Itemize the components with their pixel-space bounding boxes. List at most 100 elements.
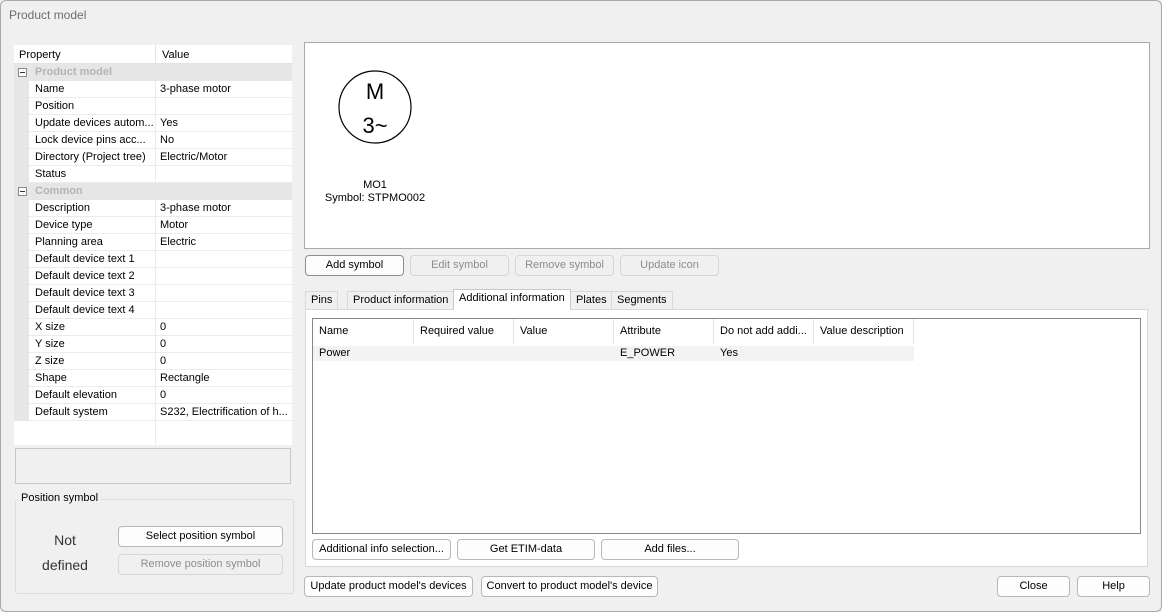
grid-category-row[interactable]: Common bbox=[14, 183, 292, 200]
device-label: MO1 bbox=[363, 179, 387, 191]
row-gutter bbox=[14, 336, 29, 353]
property-value[interactable]: 3-phase motor bbox=[160, 202, 290, 214]
row-gutter bbox=[14, 302, 29, 319]
grid-property-row[interactable]: Device type Motor bbox=[14, 217, 292, 234]
row-gutter bbox=[14, 149, 29, 166]
row-gutter bbox=[14, 217, 29, 234]
grid-property-row[interactable]: Status bbox=[14, 166, 292, 183]
property-value[interactable]: 0 bbox=[160, 321, 290, 333]
grid-property-row[interactable]: Planning area Electric bbox=[14, 234, 292, 251]
list-column-name[interactable]: Name bbox=[313, 319, 414, 344]
add-files-button[interactable]: Add files... bbox=[601, 539, 739, 560]
row-gutter bbox=[14, 387, 29, 404]
additional-info-selection-button[interactable]: Additional info selection... bbox=[312, 539, 451, 560]
grid-header: Property Value bbox=[14, 45, 292, 64]
cell-divider bbox=[155, 132, 156, 149]
collapse-icon[interactable] bbox=[18, 187, 27, 196]
property-name: Default device text 2 bbox=[35, 270, 135, 282]
grid-property-row[interactable]: Y size 0 bbox=[14, 336, 292, 353]
row-gutter bbox=[14, 81, 29, 98]
get-etim-data-button[interactable]: Get ETIM-data bbox=[457, 539, 595, 560]
position-symbol-status: Not defined bbox=[40, 528, 90, 578]
additional-info-list[interactable]: Name Required value Value Attribute Do n… bbox=[312, 318, 1141, 534]
property-value[interactable]: S232, Electrification of h... bbox=[160, 406, 290, 418]
update-icon-button[interactable]: Update icon bbox=[620, 255, 719, 276]
property-name: Position bbox=[35, 100, 75, 112]
property-value[interactable]: Motor bbox=[160, 219, 290, 231]
property-name: Y size bbox=[35, 338, 65, 350]
grid-divider bbox=[155, 419, 156, 444]
grid-category-row[interactable]: Product model bbox=[14, 64, 292, 81]
help-button[interactable]: Help bbox=[1077, 576, 1150, 597]
list-cell-value[interactable] bbox=[514, 346, 614, 361]
remove-position-symbol-button[interactable]: Remove position symbol bbox=[118, 554, 283, 575]
tab-plates[interactable]: Plates bbox=[570, 291, 613, 310]
list-column-required-value[interactable]: Required value bbox=[414, 319, 514, 344]
list-column-value[interactable]: Value bbox=[514, 319, 614, 344]
property-name: Update devices autom... bbox=[35, 117, 153, 129]
list-cell-name[interactable]: Power bbox=[313, 346, 414, 361]
grid-property-row[interactable]: Shape Rectangle bbox=[14, 370, 292, 387]
grid-property-row[interactable]: Update devices autom... Yes bbox=[14, 115, 292, 132]
list-cell-do-not-add[interactable]: Yes bbox=[714, 346, 814, 361]
add-symbol-button[interactable]: Add symbol bbox=[305, 255, 404, 276]
cell-divider bbox=[155, 353, 156, 370]
remove-symbol-button[interactable]: Remove symbol bbox=[515, 255, 614, 276]
grid-property-row[interactable]: Name 3-phase motor bbox=[14, 81, 292, 98]
collapse-icon[interactable] bbox=[18, 68, 27, 77]
update-product-model-devices-button[interactable]: Update product model's devices bbox=[304, 576, 473, 597]
row-gutter bbox=[14, 200, 29, 217]
property-value[interactable]: 0 bbox=[160, 389, 290, 401]
property-name: Name bbox=[35, 83, 65, 95]
tab-product-information[interactable]: Product information bbox=[347, 291, 455, 310]
list-cell-value-description[interactable] bbox=[814, 346, 914, 361]
property-value[interactable]: Electric/Motor bbox=[160, 151, 290, 163]
property-value[interactable]: 3-phase motor bbox=[160, 83, 290, 95]
grid-property-row[interactable]: Default elevation 0 bbox=[14, 387, 292, 404]
property-value[interactable]: 0 bbox=[160, 338, 290, 350]
list-column-attribute[interactable]: Attribute bbox=[614, 319, 714, 344]
tab-pins[interactable]: Pins bbox=[305, 291, 339, 310]
grid-property-row[interactable]: Position bbox=[14, 98, 292, 115]
grid-property-row[interactable]: Default device text 4 bbox=[14, 302, 292, 319]
window-title: Product model bbox=[9, 8, 87, 22]
tab-segments[interactable]: Segments bbox=[611, 291, 673, 310]
tab-additional-information[interactable]: Additional information bbox=[453, 289, 571, 310]
select-position-symbol-button[interactable]: Select position symbol bbox=[118, 526, 283, 547]
grid-property-row[interactable]: Default device text 1 bbox=[14, 251, 292, 268]
convert-to-product-model-device-button[interactable]: Convert to product model's device bbox=[481, 576, 658, 597]
edit-symbol-button[interactable]: Edit symbol bbox=[410, 255, 509, 276]
property-value[interactable]: Electric bbox=[160, 236, 290, 248]
column-divider[interactable] bbox=[155, 45, 156, 64]
close-button[interactable]: Close bbox=[997, 576, 1070, 597]
property-value[interactable]: Rectangle bbox=[160, 372, 290, 384]
property-value[interactable]: 0 bbox=[160, 355, 290, 367]
cell-divider bbox=[155, 217, 156, 234]
cell-divider bbox=[155, 268, 156, 285]
column-header-value[interactable]: Value bbox=[162, 49, 189, 61]
list-column-do-not-add[interactable]: Do not add addi... bbox=[714, 319, 814, 344]
row-gutter bbox=[14, 353, 29, 370]
property-value[interactable]: No bbox=[160, 134, 290, 146]
grid-property-row[interactable]: Description 3-phase motor bbox=[14, 200, 292, 217]
list-cell-attribute[interactable]: E_POWER bbox=[614, 346, 714, 361]
property-grid[interactable]: Property Value Product model Name 3-phase … bbox=[14, 45, 292, 445]
grid-property-row[interactable]: X size 0 bbox=[14, 319, 292, 336]
property-name: Description bbox=[35, 202, 91, 214]
list-column-value-description[interactable]: Value description bbox=[814, 319, 914, 344]
grid-property-row[interactable]: Default system S232, Electrification of h… bbox=[14, 404, 292, 421]
cell-divider bbox=[155, 115, 156, 132]
property-name: Z size bbox=[35, 355, 65, 367]
not-defined-line2: defined bbox=[42, 557, 88, 573]
grid-property-row[interactable]: Directory (Project tree) Electric/Motor bbox=[14, 149, 292, 166]
property-name: X size bbox=[35, 321, 65, 333]
grid-property-row[interactable]: Z size 0 bbox=[14, 353, 292, 370]
property-value[interactable]: Yes bbox=[160, 117, 290, 129]
grid-property-row[interactable]: Lock device pins acc... No bbox=[14, 132, 292, 149]
grid-property-row[interactable]: Default device text 2 bbox=[14, 268, 292, 285]
grid-property-row[interactable]: Default device text 3 bbox=[14, 285, 292, 302]
row-gutter bbox=[14, 251, 29, 268]
column-header-property[interactable]: Property bbox=[19, 49, 61, 61]
cell-divider bbox=[155, 251, 156, 268]
list-cell-required-value[interactable] bbox=[414, 346, 514, 361]
